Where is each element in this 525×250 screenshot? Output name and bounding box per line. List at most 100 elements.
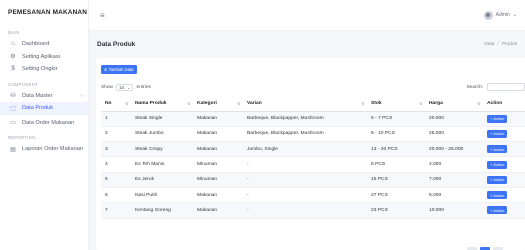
table-row: 4 Es Teh Manis Minuman -8 PCS 4.000 + Action	[101, 156, 525, 173]
table-cell: 20.000 - 25.000	[425, 141, 483, 158]
table-cell: -	[243, 187, 367, 204]
sort-icon: ⇅	[361, 101, 364, 106]
column-header[interactable]: No ⇅	[101, 96, 131, 112]
column-header[interactable]: Kategori ⇅	[193, 96, 243, 112]
main-content: Data Produk Data / Produk ⊕ Tambah Data Sh…	[89, 31, 525, 250]
sidebar-section-reporting: REPORTING	[8, 135, 36, 140]
table-cell: 5.000	[425, 187, 483, 204]
document-icon: ▤	[10, 146, 16, 153]
box-icon: ⬚	[10, 105, 16, 112]
page-header: Data Produk Data / Produk	[89, 31, 525, 57]
search-input[interactable]	[487, 83, 525, 91]
dollar-icon: $	[11, 66, 15, 73]
table-cell: Makanan	[193, 202, 243, 219]
breadcrumb: Data / Produk	[484, 42, 517, 47]
sidebar-item-dashboard[interactable]: ⌂ Dashboard	[0, 38, 88, 51]
sidebar: PEMESANAN MAKANAN MAIN ⌂ Dashboard ⚙ Set…	[0, 0, 89, 250]
add-data-button[interactable]: ⊕ Tambah Data	[101, 65, 137, 74]
table-cell: + Action	[483, 126, 525, 143]
database-icon: ⛁	[10, 93, 16, 100]
table-cell: Makanan	[193, 141, 243, 158]
table-cell: Makanan	[193, 111, 243, 127]
table-cell: 27 PCS	[367, 187, 425, 204]
column-header[interactable]: Action⇅	[483, 96, 525, 112]
table-cell: -	[243, 172, 367, 188]
avatar	[483, 10, 493, 20]
monitor-icon: ▭	[10, 120, 16, 127]
sidebar-item-data-order-makanan[interactable]: ▭ Data Order Makanan	[0, 117, 88, 130]
search-label: Search:	[466, 84, 483, 90]
sidebar-item-label: Data Produk	[22, 105, 54, 112]
sidebar-item-label: Data Order Makanan	[22, 119, 75, 126]
column-header[interactable]: Harga ⇅	[425, 96, 483, 112]
table-row: 5 Es Jeruk Minuman -15 PCS 7.000 + Action	[101, 172, 525, 188]
table-body: 1 Steak Single Makanan Barbeque, Blackpappe…	[101, 111, 525, 219]
table-cell: Barbeque, Blackpapper, Mushroom	[243, 111, 367, 127]
breadcrumb-separator: /	[497, 41, 499, 47]
table-cell: 20.000	[425, 111, 483, 127]
sidebar-item-label: Data Master	[22, 92, 53, 99]
action-button[interactable]: + Action	[487, 129, 508, 138]
user-menu[interactable]: Admin ⌄	[483, 10, 517, 20]
table-cell: 15 PCS	[367, 172, 425, 188]
sidebar-item-setting-ongkir[interactable]: $ Setting Ongkir	[0, 63, 88, 76]
action-button[interactable]: + Action	[487, 191, 508, 200]
sidebar-item-setting-aplikasi[interactable]: ⚙ Setting Aplikasi	[0, 51, 88, 64]
sort-icon: ⇅	[237, 101, 240, 106]
search-wrap: Search:	[466, 83, 525, 91]
table-cell: Kentang Goreng	[131, 202, 193, 219]
action-button[interactable]: + Action	[487, 206, 508, 215]
table-cell: Steak Jumbo	[131, 126, 193, 143]
table-cell: Steak Single	[131, 111, 193, 127]
table-cell: 13 - 20 PCS	[367, 141, 425, 158]
user-name: Admin	[495, 12, 510, 18]
action-button[interactable]: + Action	[487, 145, 508, 154]
table-cell: + Action	[483, 187, 525, 204]
table-cell: 7	[101, 202, 131, 219]
table-header-row: No ⇅ Nama Produk ⇅ Kategori ⇅ Varian ⇅ Stok ⇅ Harg…	[101, 96, 525, 112]
breadcrumb-item-data[interactable]: Data	[484, 42, 494, 47]
table-cell: 5	[101, 172, 131, 188]
sort-icon: ⇅	[125, 101, 128, 106]
table-cell: 7.000	[425, 172, 483, 188]
table-cell: + Action	[483, 156, 525, 173]
table-row: 1 Steak Single Makanan Barbeque, Blackpappe…	[101, 111, 525, 127]
page-title: Data Produk	[97, 40, 136, 48]
sidebar-item-data-produk[interactable]: ⬚ Data Produk	[0, 102, 88, 115]
sort-icon: ⇅	[187, 101, 190, 106]
table-cell: -	[243, 156, 367, 173]
entries-select[interactable]: 10 ⌄	[116, 83, 134, 91]
column-header-label: Harga	[429, 100, 443, 106]
column-header[interactable]: Varian ⇅	[243, 96, 367, 112]
table-cell: Makanan	[193, 187, 243, 204]
dashboard-icon: ⌂	[11, 41, 15, 48]
sidebar-item-data-master[interactable]: ⛁ Data Master ›	[0, 90, 88, 103]
sidebar-section-component: COMPONENT	[8, 81, 38, 87]
table-row: 2 Steak Jumbo Makanan Barbeque, Blackpapper…	[101, 126, 525, 143]
column-header-label: Varian	[247, 100, 262, 106]
top-header: ≡ Admin ⌄	[89, 0, 525, 31]
action-button[interactable]: + Action	[487, 114, 508, 123]
table-cell: 1	[101, 111, 131, 127]
column-header[interactable]: Nama Produk ⇅	[131, 96, 193, 112]
table-cell: + Action	[483, 202, 525, 219]
chevron-down-icon: ⌄	[512, 12, 517, 18]
table-cell: Minuman	[193, 172, 243, 188]
table-cell: 3	[101, 141, 131, 158]
table-cell: Jumbo, Single	[243, 141, 367, 158]
table-cell: Barbeque, Blackpapper, Mushroom	[243, 126, 367, 143]
hamburger-icon[interactable]: ≡	[100, 11, 105, 20]
table-cell: + Action	[483, 141, 525, 158]
table-cell: 6	[101, 187, 131, 204]
action-button[interactable]: + Action	[487, 160, 508, 169]
chevron-down-icon: ⌄	[127, 84, 131, 90]
column-header[interactable]: Stok ⇅	[367, 96, 425, 112]
column-header-label: Nama Produk	[135, 100, 167, 106]
table-cell: Steak Crispy	[131, 141, 193, 158]
action-button[interactable]: + Action	[487, 175, 508, 184]
entries-select-value: 10	[119, 84, 125, 90]
table-cell: Es Teh Manis	[131, 156, 193, 173]
sidebar-item-laporan-order-makanan[interactable]: ▤ Laporan Order Makanan	[0, 143, 88, 156]
table-controls: Show 10 ⌄ entries Search:	[101, 82, 525, 92]
table-cell: 2	[101, 126, 131, 143]
